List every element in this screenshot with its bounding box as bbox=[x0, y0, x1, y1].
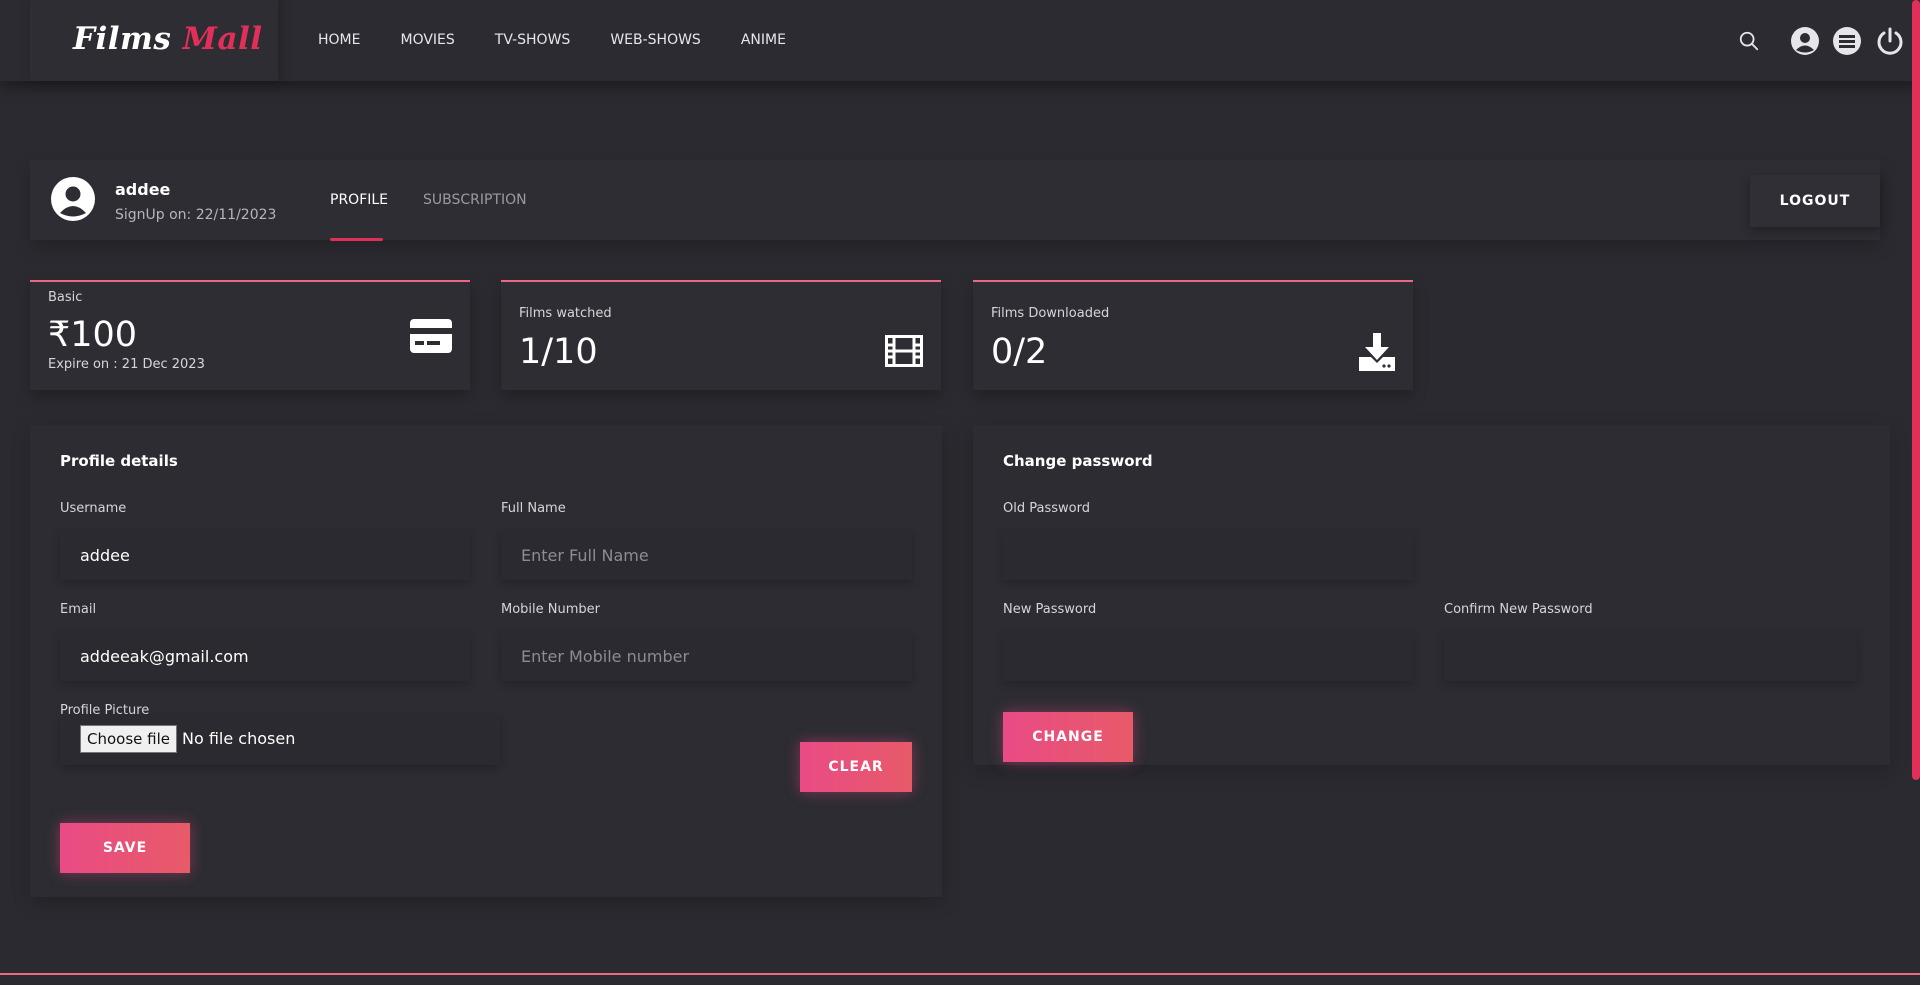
fullname-label: Full Name bbox=[501, 501, 566, 516]
search-icon[interactable] bbox=[1731, 23, 1767, 59]
profile-details-panel: Profile details Username Full Name Email… bbox=[30, 425, 942, 897]
mobile-input[interactable] bbox=[501, 631, 912, 681]
logout-button[interactable]: LOGOUT bbox=[1750, 175, 1880, 227]
films-watched-label: Films watched bbox=[519, 306, 612, 321]
films-downloaded-value: 0/2 bbox=[991, 332, 1048, 372]
nav-link-tv-shows[interactable]: TV-SHOWS bbox=[495, 32, 571, 48]
avatar bbox=[50, 176, 96, 222]
footer-divider bbox=[0, 973, 1920, 975]
plan-label: Basic bbox=[48, 290, 83, 305]
change-password-button[interactable]: CHANGE bbox=[1003, 712, 1133, 762]
films-watched-value: 1/10 bbox=[519, 332, 598, 372]
download-icon bbox=[1359, 333, 1395, 375]
email-label: Email bbox=[60, 602, 97, 617]
active-tab-indicator bbox=[330, 238, 383, 241]
profile-picture-input: Choose file No file chosen bbox=[60, 715, 500, 765]
brand-logo-part2: Mall bbox=[182, 21, 263, 57]
power-icon[interactable] bbox=[1872, 23, 1908, 59]
nav-link-web-shows[interactable]: WEB-SHOWS bbox=[610, 32, 701, 48]
nav-link-home[interactable]: HOME bbox=[318, 32, 360, 48]
username-input[interactable] bbox=[60, 530, 470, 580]
credit-card-icon bbox=[410, 319, 452, 357]
new-password-input[interactable] bbox=[1003, 631, 1413, 681]
fullname-input[interactable] bbox=[501, 530, 912, 580]
main-nav: HOME MOVIES TV-SHOWS WEB-SHOWS ANIME bbox=[318, 32, 826, 48]
username-label: Username bbox=[60, 501, 127, 516]
profile-details-title: Profile details bbox=[60, 452, 178, 470]
email-input[interactable] bbox=[60, 631, 470, 681]
list-icon[interactable] bbox=[1829, 23, 1865, 59]
nav-link-anime[interactable]: ANIME bbox=[741, 32, 786, 48]
top-navbar: Films Mall HOME MOVIES TV-SHOWS WEB-SHOW… bbox=[0, 0, 1920, 81]
logo-container[interactable]: Films Mall bbox=[30, 0, 278, 81]
old-password-input[interactable] bbox=[1003, 530, 1413, 580]
film-icon bbox=[885, 335, 923, 371]
films-watched-card: Films watched 1/10 bbox=[501, 280, 941, 390]
films-downloaded-card: Films Downloaded 0/2 bbox=[973, 280, 1413, 390]
clear-button[interactable]: CLEAR bbox=[800, 742, 912, 792]
profile-header: addee SignUp on: 22/11/2023 PROFILE SUBS… bbox=[30, 160, 1880, 241]
new-password-label: New Password bbox=[1003, 602, 1097, 617]
file-status: No file chosen bbox=[182, 729, 296, 748]
plan-price: ₹100 bbox=[48, 315, 138, 355]
signup-date: SignUp on: 22/11/2023 bbox=[115, 207, 277, 223]
change-password-title: Change password bbox=[1003, 452, 1153, 470]
page-scrollbar-thumb[interactable] bbox=[1912, 0, 1920, 780]
account-icon[interactable] bbox=[1787, 23, 1823, 59]
nav-link-movies[interactable]: MOVIES bbox=[400, 32, 454, 48]
plan-expiry: Expire on : 21 Dec 2023 bbox=[48, 357, 205, 372]
profile-username: addee bbox=[115, 180, 171, 199]
plan-card: Basic ₹100 Expire on : 21 Dec 2023 bbox=[30, 280, 470, 390]
confirm-password-input[interactable] bbox=[1444, 631, 1857, 681]
tab-subscription[interactable]: SUBSCRIPTION bbox=[423, 192, 527, 208]
confirm-password-label: Confirm New Password bbox=[1444, 602, 1593, 617]
choose-file-button[interactable]: Choose file bbox=[80, 725, 177, 753]
tab-profile[interactable]: PROFILE bbox=[330, 192, 388, 208]
mobile-label: Mobile Number bbox=[501, 602, 600, 617]
brand-logo-part1: Films bbox=[73, 21, 172, 57]
brand-logo[interactable]: Films Mall bbox=[73, 21, 263, 57]
old-password-label: Old Password bbox=[1003, 501, 1090, 516]
films-downloaded-label: Films Downloaded bbox=[991, 306, 1110, 321]
change-password-panel: Change password Old Password New Passwor… bbox=[973, 425, 1890, 765]
save-button[interactable]: SAVE bbox=[60, 823, 190, 873]
